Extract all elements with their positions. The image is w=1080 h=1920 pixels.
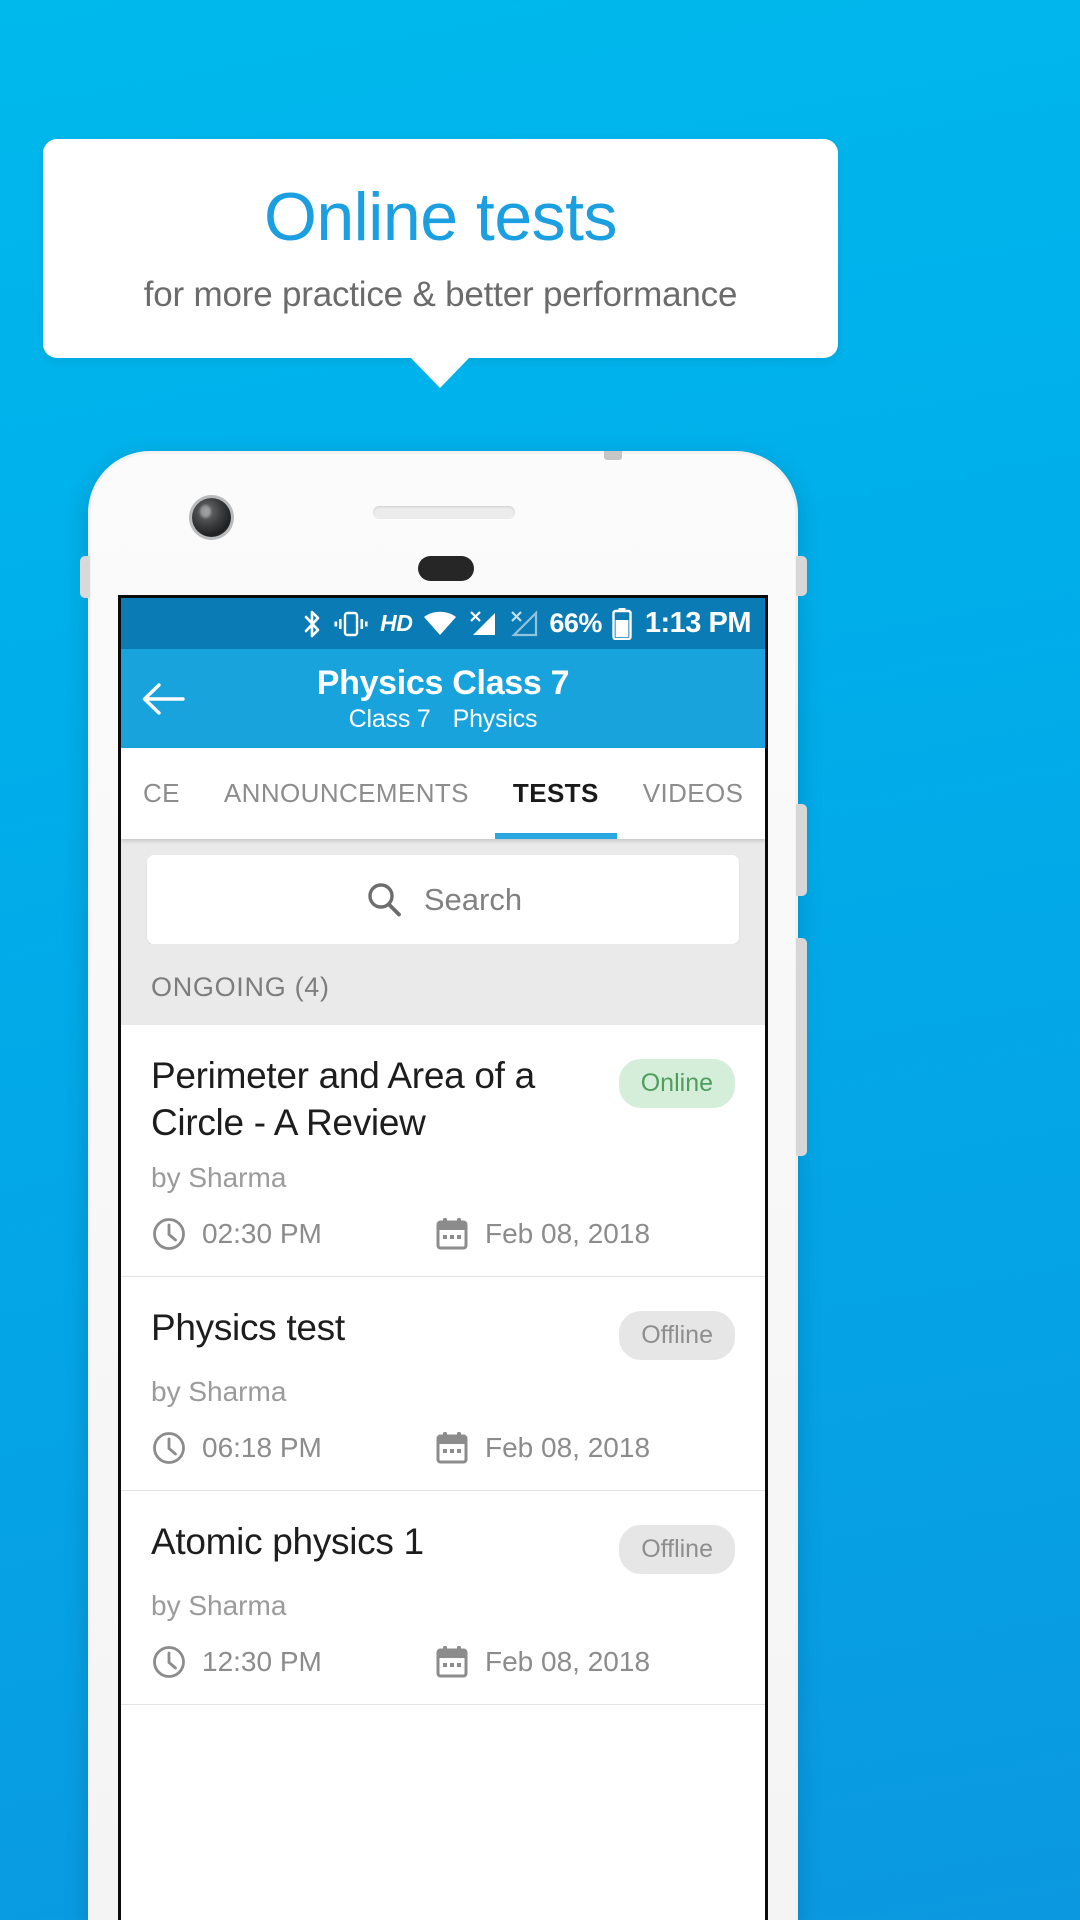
phone-mockup: HD 66% 1:13 PM Physics Class 7 Class 7 P… bbox=[80, 451, 807, 1920]
back-button[interactable] bbox=[121, 681, 205, 717]
signal-off-2-icon bbox=[509, 609, 539, 638]
hd-icon: HD bbox=[380, 610, 413, 636]
arrow-left-icon bbox=[141, 681, 185, 717]
tests-list: Perimeter and Area of a Circle - A Revie… bbox=[121, 1025, 765, 1706]
test-time: 02:30 PM bbox=[151, 1216, 434, 1252]
test-date: Feb 08, 2018 bbox=[434, 1216, 650, 1252]
test-date: Feb 08, 2018 bbox=[434, 1430, 650, 1466]
phone-sensor-strip bbox=[418, 556, 474, 581]
test-date: Feb 08, 2018 bbox=[434, 1644, 650, 1680]
status-badge: Offline bbox=[619, 1525, 735, 1575]
test-meta: 06:18 PM Feb 08, 2018 bbox=[151, 1430, 735, 1466]
search-icon bbox=[364, 880, 404, 920]
phone-right-button-top bbox=[796, 556, 807, 596]
wifi-icon bbox=[423, 611, 457, 637]
tab-tests[interactable]: TESTS bbox=[491, 748, 621, 839]
test-title: Physics test bbox=[151, 1307, 345, 1349]
row-top: Atomic physics 1 Offline bbox=[151, 1519, 735, 1575]
test-time: 12:30 PM bbox=[151, 1644, 434, 1680]
phone-front-camera bbox=[192, 498, 231, 537]
breadcrumb: Class 7 Physics bbox=[338, 705, 549, 734]
tab-ce[interactable]: CE bbox=[121, 748, 202, 839]
camera-lens-highlight bbox=[200, 505, 211, 518]
promo-subtitle: for more practice & better performance bbox=[143, 275, 738, 315]
test-time-label: 06:18 PM bbox=[202, 1432, 322, 1464]
test-meta: 12:30 PM Feb 08, 2018 bbox=[151, 1644, 735, 1680]
calendar-icon bbox=[434, 1216, 470, 1252]
status-badge: Offline bbox=[619, 1311, 735, 1361]
signal-off-1-icon bbox=[468, 610, 498, 638]
clock-label: 1:13 PM bbox=[644, 607, 752, 639]
test-title: Atomic physics 1 bbox=[151, 1521, 424, 1563]
test-author: by Sharma bbox=[151, 1162, 287, 1194]
promo-callout-tail bbox=[410, 357, 470, 388]
test-time-label: 12:30 PM bbox=[202, 1646, 322, 1678]
breadcrumb-class: Class 7 bbox=[348, 704, 431, 733]
table-row[interactable]: Physics test Offline by Sharma 06:18 PM bbox=[121, 1277, 765, 1492]
phone-left-button bbox=[80, 556, 90, 598]
row-top: Physics test Offline bbox=[151, 1305, 735, 1361]
test-date-label: Feb 08, 2018 bbox=[485, 1432, 651, 1464]
app-bar: Physics Class 7 Class 7 Physics bbox=[121, 649, 765, 748]
status-badge: Online bbox=[618, 1059, 735, 1108]
search-placeholder: Search bbox=[423, 881, 523, 917]
clock-icon bbox=[151, 1644, 187, 1680]
test-author: by Sharma bbox=[151, 1376, 287, 1408]
app-bar-titles: Physics Class 7 Class 7 Physics bbox=[121, 664, 765, 734]
tab-bar: CE ANNOUNCEMENTS TESTS VIDEOS bbox=[121, 748, 765, 839]
status-bar-icons: HD bbox=[302, 609, 539, 639]
calendar-icon bbox=[434, 1644, 470, 1680]
test-date-label: Feb 08, 2018 bbox=[485, 1646, 651, 1678]
test-date-label: Feb 08, 2018 bbox=[485, 1218, 651, 1250]
battery-percent-label: 66% bbox=[549, 608, 602, 638]
search-area: Search bbox=[121, 839, 765, 944]
calendar-icon bbox=[434, 1430, 470, 1466]
search-input[interactable]: Search bbox=[147, 855, 739, 944]
test-title: Perimeter and Area of a Circle - A Revie… bbox=[151, 1055, 535, 1143]
table-row[interactable]: Atomic physics 1 Offline by Sharma 12:30… bbox=[121, 1491, 765, 1706]
phone-earpiece-speaker bbox=[373, 506, 515, 519]
breadcrumb-subject: Physics bbox=[452, 704, 538, 733]
table-row[interactable]: Perimeter and Area of a Circle - A Revie… bbox=[121, 1025, 765, 1278]
clock-icon bbox=[151, 1430, 187, 1466]
tab-videos[interactable]: VIDEOS bbox=[621, 748, 765, 839]
test-time: 06:18 PM bbox=[151, 1430, 434, 1466]
tab-announcements[interactable]: ANNOUNCEMENTS bbox=[202, 748, 491, 839]
row-top: Perimeter and Area of a Circle - A Revie… bbox=[151, 1053, 735, 1146]
phone-volume-down-button bbox=[796, 938, 807, 1156]
test-author: by Sharma bbox=[151, 1590, 287, 1622]
vibrate-icon bbox=[333, 610, 369, 638]
promo-callout: Online tests for more practice & better … bbox=[43, 139, 838, 358]
bluetooth-icon bbox=[302, 609, 322, 639]
phone-top-antenna-mark bbox=[604, 451, 622, 460]
status-bar: HD 66% 1:13 PM bbox=[121, 598, 765, 649]
section-header-ongoing: ONGOING (4) bbox=[121, 944, 765, 1025]
phone-screen: HD 66% 1:13 PM Physics Class 7 Class 7 P… bbox=[118, 595, 768, 1920]
test-meta: 02:30 PM Feb 08, 2018 bbox=[151, 1216, 735, 1252]
phone-volume-up-button bbox=[796, 804, 807, 896]
promo-title: Online tests bbox=[263, 178, 618, 255]
battery-icon bbox=[612, 607, 632, 640]
clock-icon bbox=[151, 1216, 187, 1252]
test-time-label: 02:30 PM bbox=[202, 1218, 322, 1250]
page-title: Physics Class 7 bbox=[316, 663, 570, 702]
